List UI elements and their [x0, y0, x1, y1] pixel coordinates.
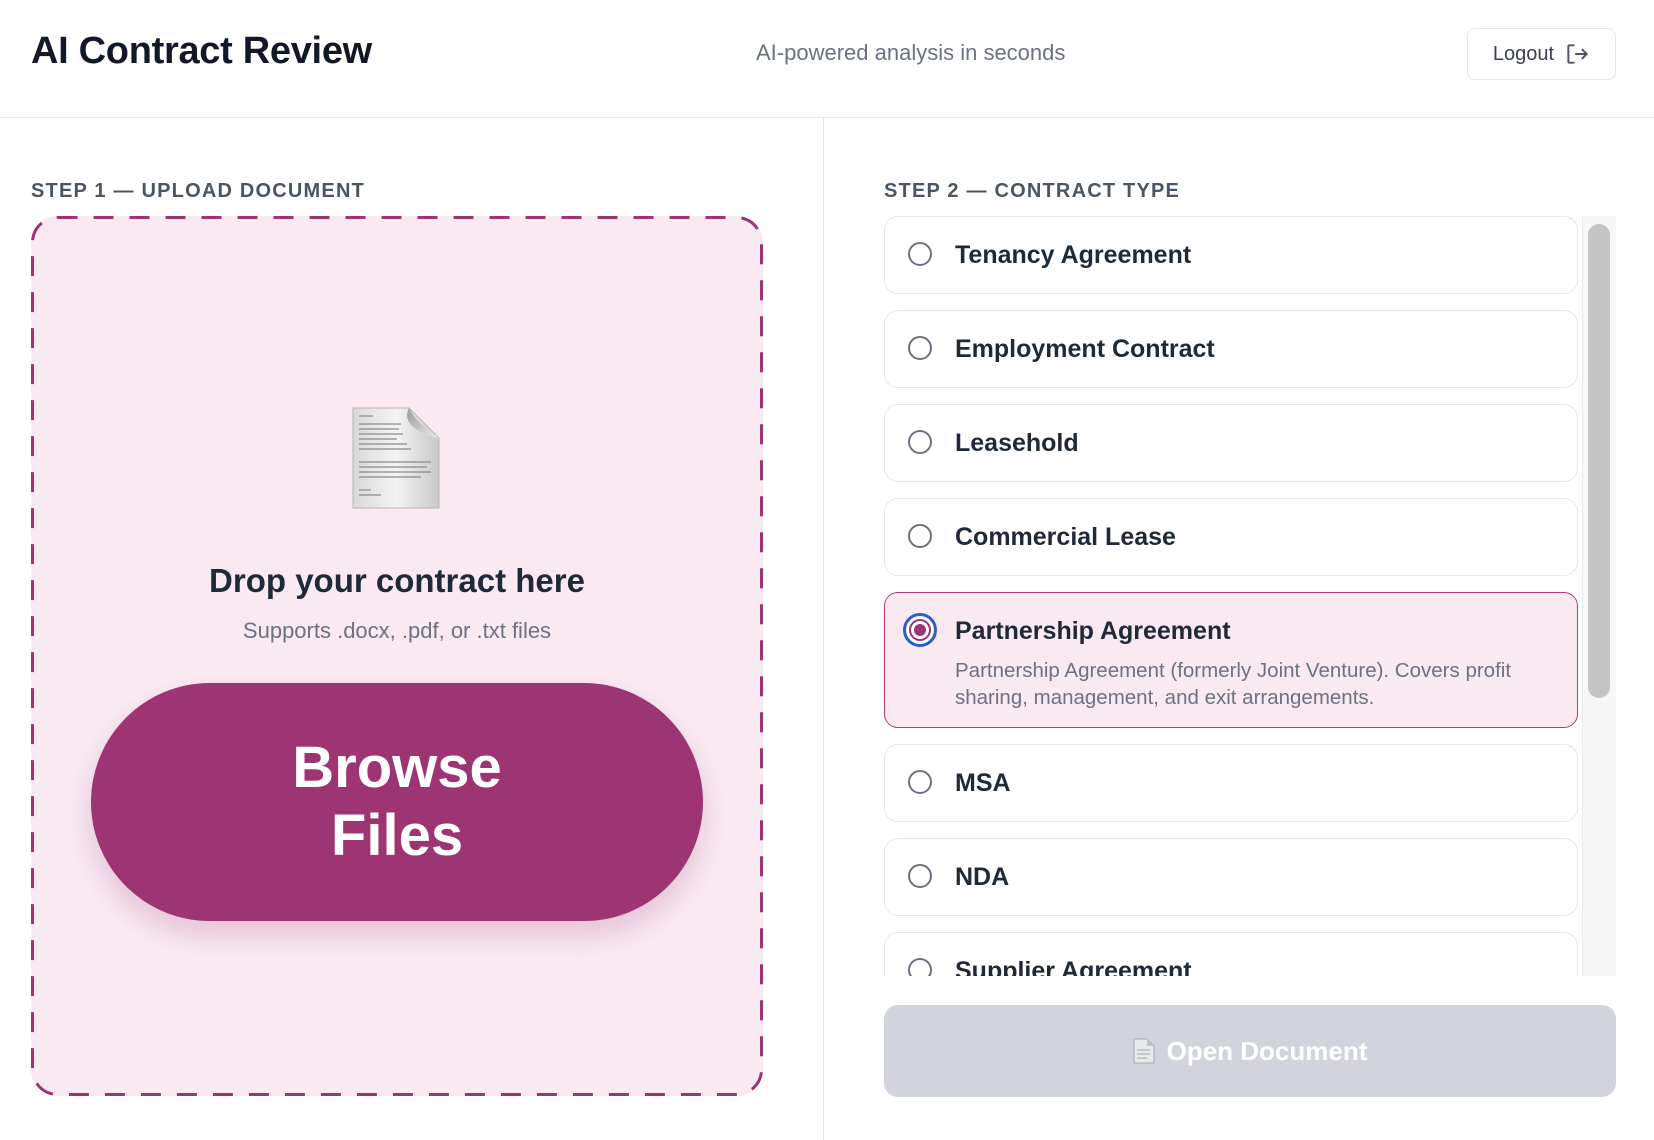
upload-dropzone[interactable] — [31, 216, 763, 1096]
option-label: MSA — [955, 769, 1011, 797]
radio-button[interactable] — [908, 524, 932, 548]
option-label: Partnership Agreement — [955, 617, 1231, 645]
open-document-button[interactable]: Open Document — [884, 1005, 1616, 1097]
contract-option-tenancy[interactable]: Tenancy Agreement — [884, 216, 1578, 294]
contract-option-employment[interactable]: Employment Contract — [884, 310, 1578, 388]
option-description: Partnership Agreement (formerly Joint Ve… — [955, 659, 1512, 709]
radio-button[interactable] — [908, 242, 932, 266]
contract-option-supplier[interactable]: Supplier Agreement — [884, 932, 1578, 976]
logout-button[interactable]: Logout — [1467, 28, 1616, 80]
document-icon — [1133, 1038, 1155, 1064]
contract-option-partnership[interactable]: Partnership Agreement Partnership Agreem… — [884, 592, 1578, 728]
dropzone-subtitle: Supports .docx, .pdf, or .txt files — [242, 618, 552, 643]
browse-files-button[interactable]: Browse Files — [91, 683, 703, 921]
browse-files-label: Browse Files — [292, 735, 502, 868]
document-icon — [352, 407, 440, 509]
option-label: Commercial Lease — [955, 523, 1176, 551]
step2-label: STEP 2 — CONTRACT TYPE — [884, 180, 1181, 202]
list-scrollbar-thumb[interactable] — [1588, 224, 1610, 698]
step1-label: STEP 1 — UPLOAD DOCUMENT — [31, 180, 366, 202]
contract-option-msa[interactable]: MSA — [884, 744, 1578, 822]
logout-label: Logout — [1492, 42, 1555, 65]
option-label: NDA — [955, 863, 1010, 891]
open-document-label: Open Document — [1166, 1035, 1368, 1066]
dropzone-title: Drop your contract here — [209, 562, 585, 599]
option-label: Supplier Agreement — [955, 957, 1192, 976]
radio-button[interactable] — [908, 864, 932, 888]
radio-button[interactable] — [908, 770, 932, 794]
option-label: Leasehold — [955, 429, 1079, 457]
contract-option-nda[interactable]: NDA — [884, 838, 1578, 916]
radio-button-selected[interactable] — [903, 613, 937, 647]
tagline: AI-powered analysis in seconds — [756, 40, 1066, 65]
logout-arrow-icon — [1567, 44, 1588, 64]
radio-button[interactable] — [908, 430, 932, 454]
contract-option-leasehold[interactable]: Leasehold — [884, 404, 1578, 482]
app-header: AI Contract Review AI-powered analysis i… — [0, 0, 1654, 118]
contract-type-list[interactable]: Tenancy Agreement Employment Contract Le… — [884, 216, 1616, 976]
contract-option-commercial-lease[interactable]: Commercial Lease — [884, 498, 1578, 576]
radio-button[interactable] — [908, 336, 932, 360]
option-label: Employment Contract — [955, 335, 1215, 363]
dropzone-border — [31, 216, 763, 1096]
column-divider — [823, 118, 824, 1140]
option-label: Tenancy Agreement — [955, 241, 1192, 269]
radio-button[interactable] — [908, 958, 932, 976]
app-title: AI Contract Review — [31, 30, 372, 72]
